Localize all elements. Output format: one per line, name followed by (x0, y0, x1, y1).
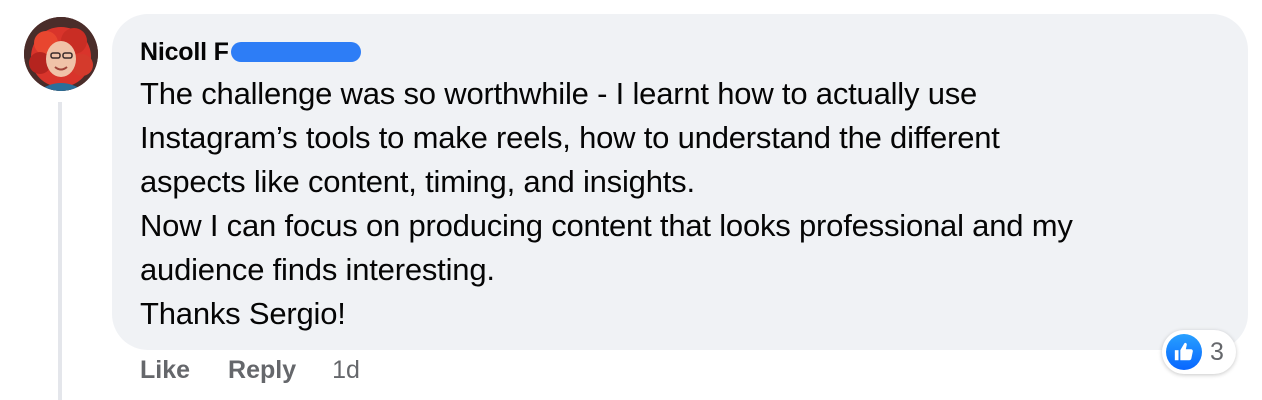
comment-line: The challenge was so worthwhile - I lear… (140, 76, 978, 111)
comment-line: aspects like content, timing, and insigh… (140, 164, 695, 199)
comment-line: Thanks Sergio! (140, 296, 346, 331)
like-button[interactable]: Like (140, 356, 190, 385)
author-row: Nicoll F (140, 36, 361, 68)
thumbs-up-icon (1166, 334, 1202, 370)
author-name[interactable]: Nicoll F (140, 38, 229, 67)
comment: Nicoll F The challenge was so worthwhile… (0, 0, 1262, 400)
avatar-photo (24, 17, 98, 91)
reaction-count: 3 (1210, 337, 1224, 366)
timestamp[interactable]: 1d (332, 356, 360, 385)
comment-line: Now I can focus on producing content tha… (140, 208, 1073, 243)
redaction-mark (230, 42, 361, 62)
comment-bubble: Nicoll F The challenge was so worthwhile… (112, 14, 1248, 350)
reply-thread-line (58, 102, 62, 400)
comment-line: Instagram’s tools to make reels, how to … (140, 120, 1000, 155)
comment-line: audience finds interesting. (140, 252, 495, 287)
reactions-pill[interactable]: 3 (1162, 330, 1236, 374)
comment-text: The challenge was so worthwhile - I lear… (140, 72, 1230, 336)
comment-actions: Like Reply 1d (140, 352, 360, 388)
avatar[interactable] (24, 17, 98, 91)
reply-button[interactable]: Reply (228, 356, 296, 385)
